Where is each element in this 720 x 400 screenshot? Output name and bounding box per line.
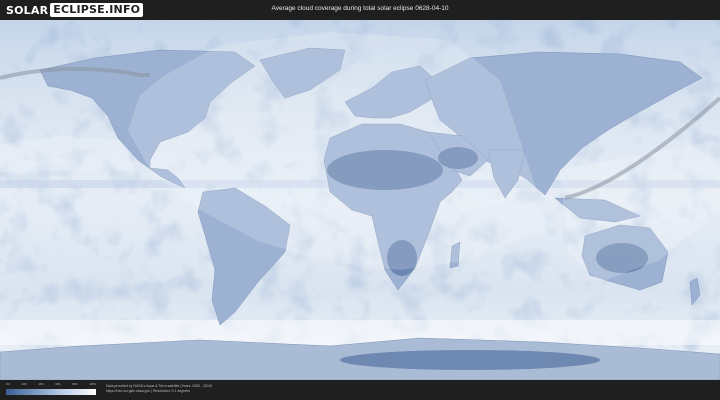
legend-tick: 60%: [55, 383, 61, 386]
cloud-coverage-map: [0, 20, 720, 380]
southern-storm-band: [0, 320, 720, 345]
eclipse-visibility-zone-west: [0, 136, 135, 172]
legend-ticks: 0% 20% 40% 60% 80% 100%: [6, 383, 96, 388]
world-map-svg: [0, 20, 720, 380]
data-credits: Data provided by NASA's Aqua & Terra sat…: [106, 384, 212, 394]
site-logo[interactable]: SOLAR ECLIPSE.INFO: [6, 3, 144, 17]
legend-tick: 20%: [21, 383, 27, 386]
cloud-coverage-legend: 0% 20% 40% 60% 80% 100%: [6, 383, 96, 397]
header-bar: SOLAR ECLIPSE.INFO Average cloud coverag…: [0, 0, 720, 20]
antarctica-clear-sky: [340, 350, 600, 370]
footer-bar: 0% 20% 40% 60% 80% 100% Data provided by…: [0, 380, 720, 400]
map-title: Average cloud coverage during total sola…: [271, 5, 449, 12]
legend-tick: 100%: [89, 383, 96, 386]
legend-tick: 40%: [38, 383, 44, 386]
credit-line-url[interactable]: https://neo.sci.gsfc.nasa.gov | Resoluti…: [106, 389, 212, 394]
legend-color-bar: [6, 389, 96, 395]
logo-text-eclipse-info: ECLIPSE.INFO: [50, 3, 144, 17]
logo-text-solar: SOLAR: [6, 3, 49, 17]
legend-tick: 0%: [6, 383, 10, 386]
legend-tick: 80%: [72, 383, 78, 386]
